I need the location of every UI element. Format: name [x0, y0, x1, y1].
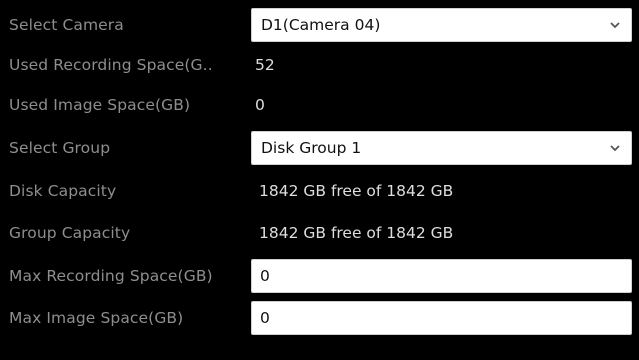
row-max-recording-space: Max Recording Space(GB)	[0, 256, 639, 296]
row-disk-capacity: Disk Capacity 1842 GB free of 1842 GB	[0, 171, 639, 211]
select-camera-dropdown[interactable]: D1(Camera 04)	[251, 8, 632, 42]
row-used-recording-space: Used Recording Space(G.. 52	[0, 45, 639, 85]
max-recording-space-input[interactable]	[251, 259, 632, 293]
used-image-space-value: 0	[255, 96, 265, 114]
row-used-image-space: Used Image Space(GB) 0	[0, 85, 639, 125]
row-select-group: Select Group Disk Group 1	[0, 128, 639, 168]
chevron-down-icon	[610, 145, 620, 152]
row-group-capacity: Group Capacity 1842 GB free of 1842 GB	[0, 213, 639, 253]
used-image-space-label: Used Image Space(GB)	[9, 96, 191, 114]
group-capacity-label: Group Capacity	[9, 224, 131, 242]
used-recording-space-label: Used Recording Space(G..	[9, 56, 213, 74]
max-recording-space-label: Max Recording Space(GB)	[9, 267, 213, 285]
disk-capacity-label: Disk Capacity	[9, 182, 117, 200]
select-camera-value: D1(Camera 04)	[261, 16, 381, 34]
select-group-value: Disk Group 1	[261, 139, 362, 157]
select-group-label: Select Group	[9, 139, 111, 157]
chevron-down-icon	[610, 22, 620, 29]
disk-capacity-value: 1842 GB free of 1842 GB	[259, 182, 454, 200]
used-recording-space-value: 52	[255, 56, 275, 74]
row-select-camera: Select Camera D1(Camera 04)	[0, 5, 639, 45]
group-capacity-value: 1842 GB free of 1842 GB	[259, 224, 454, 242]
max-image-space-label: Max Image Space(GB)	[9, 309, 184, 327]
max-image-space-input[interactable]	[251, 301, 632, 335]
storage-settings-panel: Select Camera D1(Camera 04) Used Recordi…	[0, 0, 639, 360]
row-max-image-space: Max Image Space(GB)	[0, 298, 639, 338]
select-group-dropdown[interactable]: Disk Group 1	[251, 131, 632, 165]
select-camera-label: Select Camera	[9, 16, 124, 34]
